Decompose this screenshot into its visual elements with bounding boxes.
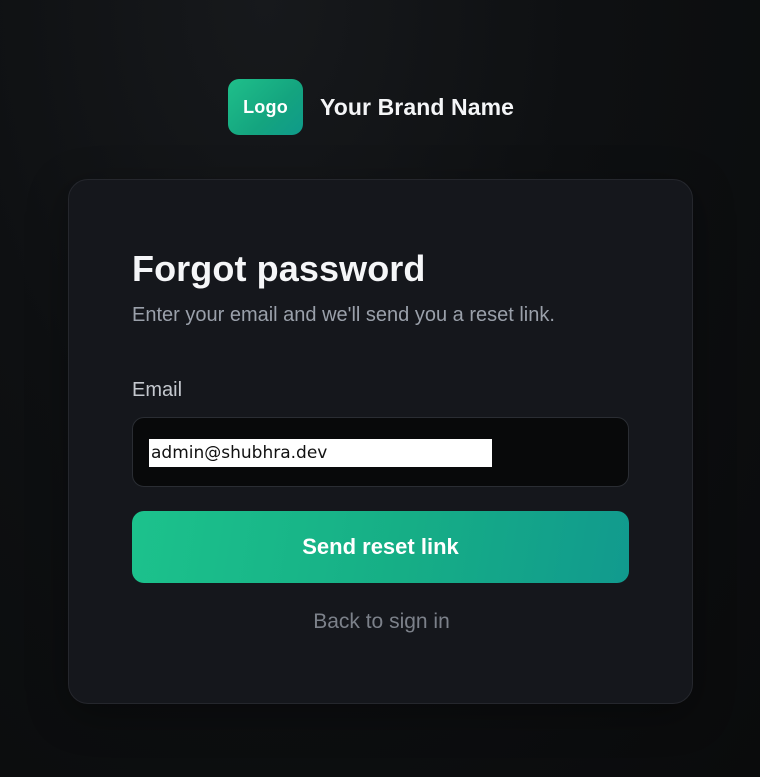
brand-logo: Logo [228, 79, 303, 135]
back-to-sign-in-link[interactable]: Back to sign in [69, 610, 694, 634]
send-reset-link-button[interactable]: Send reset link [132, 511, 629, 583]
page-title: Forgot password [132, 248, 426, 289]
brand-header: Logo Your Brand Name [228, 79, 514, 135]
forgot-password-card: Forgot password Enter your email and we'… [68, 179, 693, 704]
email-label: Email [132, 379, 183, 401]
page-subtitle: Enter your email and we'll send you a re… [132, 304, 555, 326]
email-field[interactable]: admin@shubhra.dev [132, 417, 629, 487]
email-value[interactable]: admin@shubhra.dev [149, 439, 492, 467]
brand-name: Your Brand Name [320, 93, 515, 120]
